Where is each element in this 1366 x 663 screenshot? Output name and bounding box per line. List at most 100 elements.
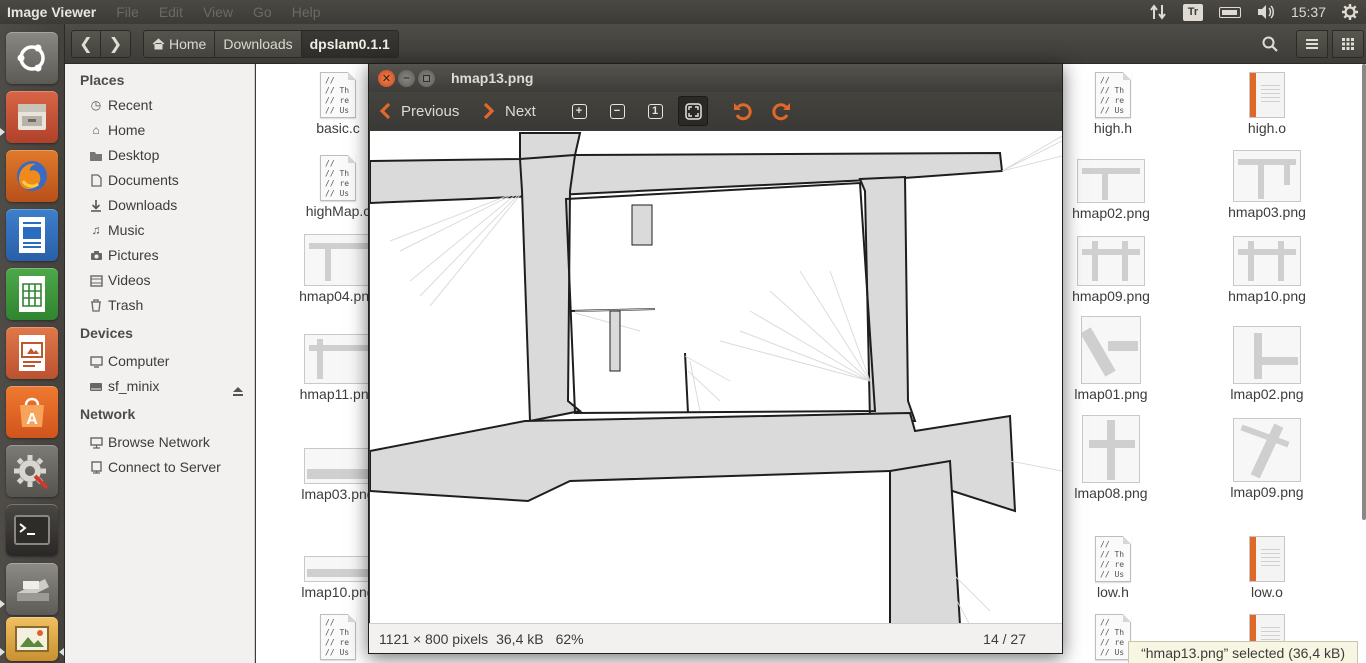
viewer-titlebar[interactable]: ✕ – hmap13.png — [369, 64, 1062, 92]
eject-icon[interactable] — [232, 380, 244, 405]
film-icon — [89, 274, 103, 288]
sidebar-item-pictures[interactable]: Pictures — [65, 243, 254, 268]
file-name: low.h — [1097, 584, 1129, 600]
app-menu: File Edit View Go Help — [106, 4, 330, 20]
libreoffice-impress-icon[interactable] — [6, 327, 58, 379]
system-settings-icon[interactable] — [6, 445, 58, 497]
file-item[interactable]: low.o — [1212, 536, 1322, 600]
computer-icon — [89, 355, 103, 369]
previous-button[interactable]: Previous — [379, 96, 459, 126]
software-center-icon[interactable]: A — [6, 386, 58, 438]
zoom-level: 62% — [555, 630, 584, 647]
rotate-left-button[interactable] — [728, 96, 758, 126]
menu-view[interactable]: View — [193, 4, 243, 20]
back-button[interactable]: ❮ — [71, 30, 101, 58]
zoom-in-button[interactable]: + — [564, 96, 594, 126]
sidebar-item-desktop[interactable]: Desktop — [65, 143, 254, 168]
file-name: high.o — [1247, 120, 1287, 136]
maximize-button[interactable] — [418, 69, 435, 87]
viewer-toolbar: Previous Next + − 1 — [369, 92, 1062, 130]
sidebar-item-music[interactable]: ♫ Music — [65, 218, 254, 243]
download-icon — [89, 199, 103, 213]
grid-view-button[interactable] — [1332, 30, 1364, 58]
scanner-icon[interactable] — [6, 563, 58, 615]
view-menu-button[interactable] — [1296, 30, 1328, 58]
image-file-size: 36,4 kB — [496, 630, 544, 647]
minimize-button[interactable]: – — [398, 69, 415, 87]
sidebar-item-videos[interactable]: Videos — [65, 268, 254, 293]
image-thumbnail — [304, 448, 372, 484]
trash-icon — [89, 299, 103, 313]
file-item[interactable]: hmap09.png — [1056, 236, 1166, 304]
search-button[interactable] — [1254, 30, 1286, 58]
breadcrumb-current[interactable]: dpslam0.1.1 — [301, 30, 399, 58]
file-item[interactable]: hmap03.png — [1212, 150, 1322, 220]
image-viewer-icon[interactable] — [6, 617, 58, 661]
chevron-left-icon: ❮ — [79, 36, 93, 53]
menu-go[interactable]: Go — [243, 4, 282, 20]
sidebar-item-browse-network[interactable]: Browse Network — [65, 430, 254, 455]
clock[interactable]: 15:37 — [1291, 4, 1326, 20]
file-item[interactable]: //// Th// re// Us low.h — [1058, 536, 1168, 600]
file-name: hmap09.png — [1072, 288, 1150, 304]
file-item[interactable]: lmap01.png — [1056, 316, 1166, 402]
next-button[interactable]: Next — [483, 96, 536, 126]
keyboard-layout-icon[interactable]: Tr — [1182, 3, 1203, 21]
zoom-out-button[interactable]: − — [602, 96, 632, 126]
sidebar-item-sf-minix[interactable]: sf_minix — [65, 374, 254, 399]
libreoffice-writer-icon[interactable] — [6, 209, 58, 261]
text-file-icon: //// Th// re// Us — [1095, 72, 1131, 118]
gear-icon[interactable] — [1342, 4, 1358, 20]
viewer-statusbar: 1121 × 800 pixels 36,4 kB 62% 14 / 27 — [369, 623, 1062, 653]
sidebar-item-recent[interactable]: ◷ Recent — [65, 93, 254, 118]
sidebar-item-label: Downloads — [108, 197, 178, 213]
libreoffice-calc-icon[interactable] — [6, 268, 58, 320]
battery-icon[interactable] — [1218, 6, 1241, 18]
normal-size-button[interactable]: 1 — [640, 96, 670, 126]
rotate-right-button[interactable] — [766, 96, 796, 126]
file-item[interactable]: hmap02.png — [1056, 159, 1166, 221]
volume-icon[interactable] — [1257, 4, 1275, 20]
firefox-icon[interactable] — [6, 150, 58, 202]
running-indicator — [0, 600, 5, 608]
sidebar-item-downloads[interactable]: Downloads — [65, 193, 254, 218]
menu-file[interactable]: File — [106, 4, 149, 20]
network-icon — [89, 436, 103, 450]
text-file-icon: //// Th// re// Us — [320, 155, 356, 201]
file-item[interactable]: hmap10.png — [1212, 236, 1322, 304]
sidebar-item-label: Recent — [108, 97, 153, 113]
sidebar-item-documents[interactable]: Documents — [65, 168, 254, 193]
previous-label: Previous — [401, 102, 460, 120]
breadcrumb-home[interactable]: Home — [143, 30, 216, 58]
image-canvas[interactable] — [370, 131, 1062, 625]
forward-button[interactable]: ❯ — [101, 30, 131, 58]
clock-icon: ◷ — [90, 98, 102, 112]
window-title: hmap13.png — [451, 70, 534, 86]
menu-help[interactable]: Help — [282, 4, 331, 20]
file-item[interactable]: //// Th// re// Us high.h — [1058, 72, 1168, 136]
best-fit-button[interactable] — [678, 96, 708, 126]
network-arrows-icon[interactable] — [1149, 4, 1167, 20]
files-icon[interactable] — [6, 91, 58, 143]
close-button[interactable]: ✕ — [378, 69, 395, 87]
image-thumbnail — [1233, 236, 1301, 286]
sidebar-item-trash[interactable]: Trash — [65, 293, 254, 318]
sidebar-item-home[interactable]: ⌂ Home — [65, 118, 254, 143]
image-index: 14 / 27 — [983, 630, 1026, 647]
home-icon: ⌂ — [92, 123, 100, 137]
object-file-icon — [1249, 72, 1285, 118]
file-item[interactable]: lmap08.png — [1056, 415, 1166, 501]
selection-status: “hmap13.png” selected (36,4 kB) — [1128, 641, 1358, 663]
files-headerbar: ❮ ❯ Home Downloads dpslam0.1.1 — [65, 24, 1366, 64]
sidebar-item-computer[interactable]: Computer — [65, 349, 254, 374]
file-item[interactable]: lmap02.png — [1212, 326, 1322, 402]
breadcrumb-downloads[interactable]: Downloads — [215, 30, 302, 58]
sidebar-item-connect-server[interactable]: Connect to Server — [65, 455, 254, 480]
terminal-icon[interactable] — [6, 504, 58, 556]
file-item[interactable]: lmap09.png — [1212, 418, 1322, 500]
scrollbar[interactable] — [1362, 64, 1366, 520]
svg-text:A: A — [26, 411, 38, 428]
file-item[interactable]: high.o — [1212, 72, 1322, 136]
ubuntu-dash-icon[interactable] — [6, 32, 58, 84]
menu-edit[interactable]: Edit — [149, 4, 193, 20]
